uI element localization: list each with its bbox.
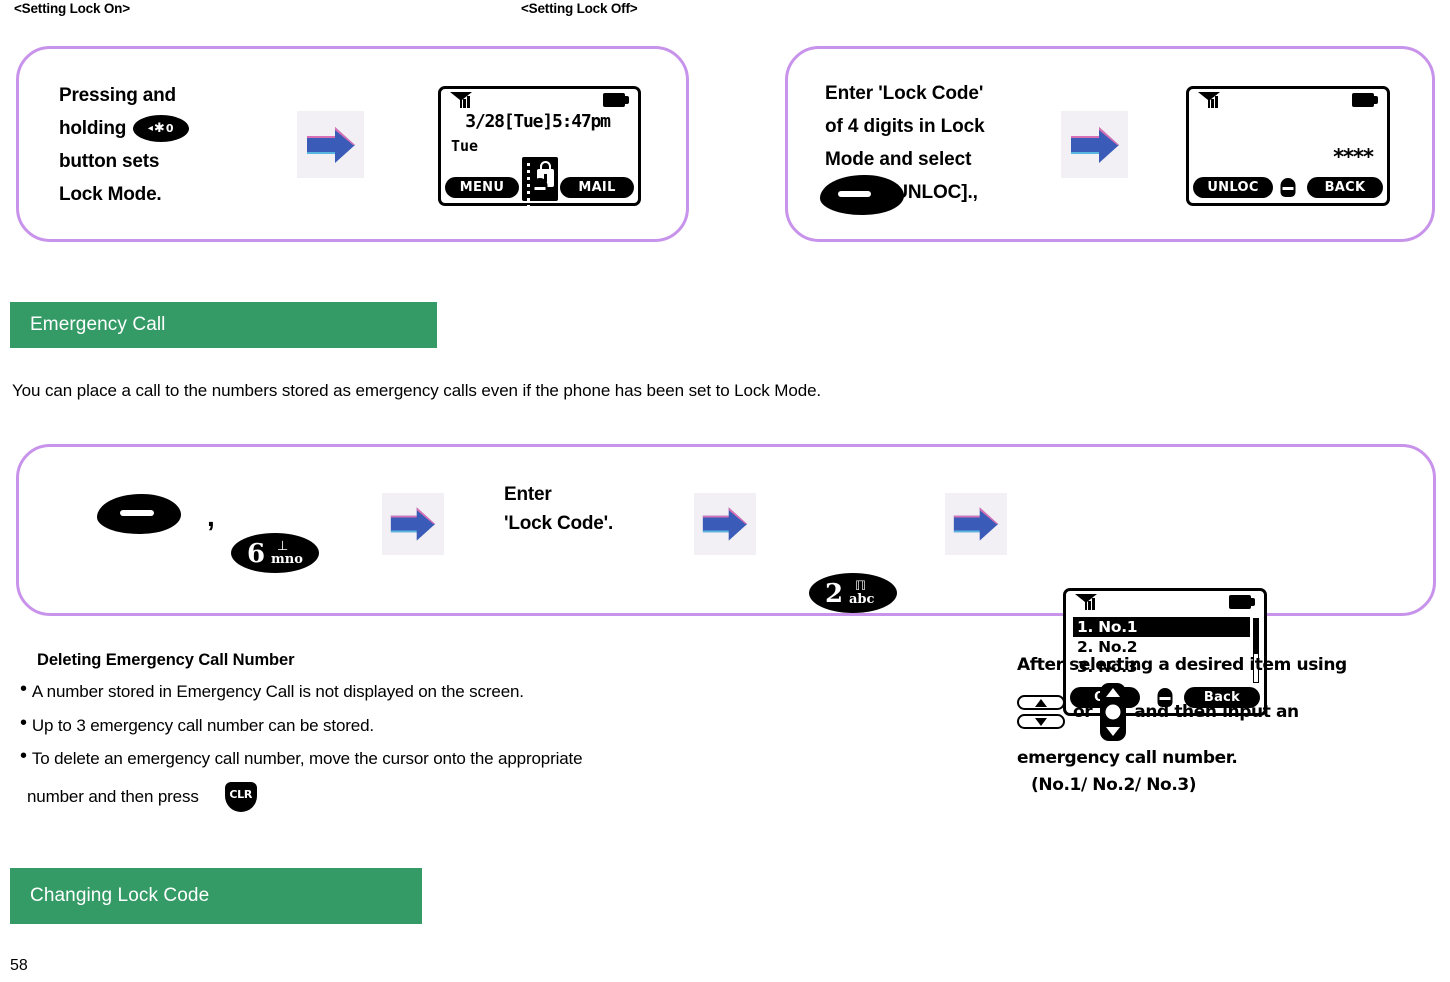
lock-on-line-1: Pressing and [59,85,176,106]
lock-off-instruction: Enter 'Lock Code' of 4 digits in Lock Mo… [820,77,1037,215]
side-note-line-4: (No.1/ No.2/ No.3) [1031,775,1197,795]
signal-bars-icon [1197,91,1223,114]
caption-setting-lock-off: <Setting Lock Off> [521,1,638,16]
key-6-letters: mno [271,552,303,567]
softkey-back[interactable]: BACK [1307,177,1383,198]
section-header-emergency-call: Emergency Call [10,302,437,348]
note-bullet-1-text: A number stored in Emergency Call is not… [31,682,524,701]
note-bullet-3: • To delete an emergency call number, mo… [20,745,583,769]
screen-day: Tue [451,137,479,155]
enter-lock-code-line-1: Enter [504,484,552,505]
bullet-dot-icon: • [20,712,27,734]
bullet-dot-icon: • [20,678,27,700]
softkey-unloc[interactable]: UNLOC [1193,177,1273,198]
center-select-key[interactable] [532,178,547,197]
page-number: 58 [10,957,28,974]
lock-off-phone-screen: **** UNLOC BACK [1186,86,1390,206]
clr-key-icon[interactable]: CLR [224,782,257,812]
note-bullet-3-text: To delete an emergency call number, move… [31,749,583,768]
note-bullet-2: • Up to 3 emergency call number can be s… [20,712,374,736]
battery-icon [603,93,629,107]
emergency-call-intro: You can place a call to the numbers stor… [12,381,822,400]
screen-datetime: 3/28[Tue]5:47pm [465,111,611,132]
side-note-annotation: After selecting a desired item using or … [1017,652,1437,799]
star-key-icon[interactable]: ◂ ✱ 0 [133,115,190,142]
note-bullet-1: • A number stored in Emergency Call is n… [20,678,524,702]
key-6-digit: 6 [247,539,266,569]
lock-on-line-3: button sets [59,151,160,172]
list-item[interactable]: 1. No.1 [1073,617,1250,637]
right-arrow-icon [945,493,1007,555]
unloc-select-label: [UNLOC]., [888,182,978,203]
soft-select-key-icon[interactable] [97,494,181,534]
enter-lock-code-line-2: 'Lock Code'. [504,513,614,534]
caption-setting-lock-on: <Setting Lock On> [14,1,130,16]
side-note-or: or [1073,701,1093,722]
note-bullet-2-text: Up to 3 emergency call number can be sto… [31,716,374,735]
side-note-line-2-tail: and then input an [1134,701,1299,722]
right-arrow-icon [297,111,364,178]
lock-code-mask: **** [1333,145,1374,169]
nav-up-icon[interactable] [1017,695,1065,710]
lock-on-line-2: holding [59,118,127,139]
enter-lock-code-label: Enter 'Lock Code'. [504,480,613,538]
lock-off-softkey-bar: UNLOC BACK [1193,177,1383,199]
key-6-icon[interactable]: 6 ⊥ mno [231,533,319,573]
deleting-emergency-call-number-heading: Deleting Emergency Call Number [37,651,295,669]
lock-on-line-4: Lock Mode. [59,184,162,205]
right-arrow-icon [382,493,444,555]
nav-updown-pair[interactable] [1017,695,1065,729]
note-bullet-3-continuation: number and then press CLR [27,782,257,812]
battery-icon [1352,93,1378,107]
lock-on-softkey-bar: MENU MAIL [445,177,634,199]
nav-stick-icon[interactable] [1100,683,1127,741]
side-note-line-3: emergency call number. [1017,748,1238,768]
key-2-icon[interactable]: 2 ℿ abc [809,573,897,613]
comma-separator: , [207,501,215,532]
right-arrow-icon [694,493,756,555]
softkey-mail[interactable]: MAIL [560,177,634,198]
side-note-line-1: After selecting a desired item using [1017,655,1347,675]
section-header-changing-lock-code: Changing Lock Code [10,868,422,924]
nav-down-icon[interactable] [1017,714,1065,729]
lock-off-line-1: Enter 'Lock Code' [825,83,984,104]
lock-on-instruction: Pressing and holding ◂ ✱ 0 button sets Loc… [59,79,279,211]
key-2-letters: abc [849,592,875,607]
note-bullet-3-tail-text: number and then press [27,787,199,806]
setting-lock-on-panel: Pressing and holding ◂ ✱ 0 button sets Loc… [16,46,689,242]
right-arrow-icon [1061,111,1128,178]
lock-off-line-3: Mode and select [825,149,972,170]
bullet-dot-icon: • [20,745,27,767]
softkey-menu[interactable]: MENU [445,177,519,198]
battery-icon [1229,595,1255,609]
scrollbar-thumb[interactable] [1254,619,1258,654]
center-select-key[interactable] [1280,178,1296,197]
lock-off-line-2: of 4 digits in Lock [825,116,985,137]
lock-on-phone-screen: 3/28[Tue]5:47pm Tue MENU MAIL [438,86,641,215]
key-2-digit: 2 [825,579,844,609]
emergency-call-flow-panel: , 6 ⊥ mno Enter 'Lock Code'. 2 ℿ abc 1. … [16,444,1436,716]
setting-lock-off-panel: Enter 'Lock Code' of 4 digits in Lock Mo… [785,46,1435,242]
signal-bars-icon [1074,593,1100,616]
